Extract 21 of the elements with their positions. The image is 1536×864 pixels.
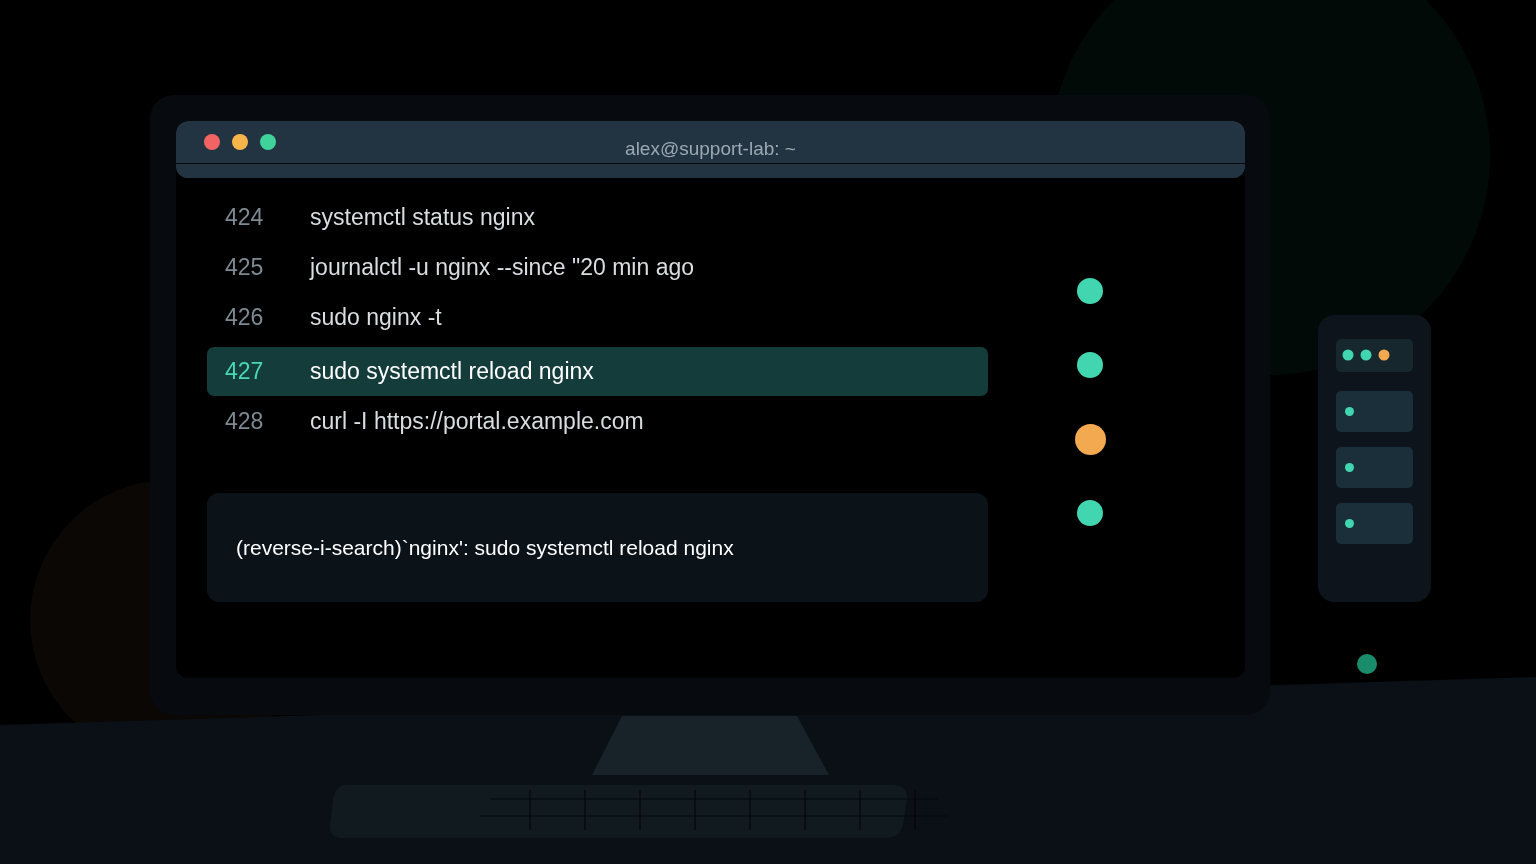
command-text: sudo nginx -t — [310, 304, 442, 331]
command-text: curl -I https://portal.example.com — [310, 408, 644, 435]
search-prompt[interactable]: (reverse-i-search)`nginx': sudo systemctl reload nginx — [207, 493, 988, 602]
command-text: sudo systemctl reload nginx — [310, 358, 594, 385]
line-number: 425 — [225, 254, 265, 281]
minimize-button[interactable] — [232, 133, 248, 150]
line-number: 427 — [225, 358, 265, 385]
history-row[interactable]: 428 curl -I https://portal.example.com — [207, 397, 988, 446]
history-row[interactable]: 426 sudo nginx -t — [207, 293, 988, 342]
command-text: journalctl -u nginx --since "20 min ago — [310, 254, 694, 281]
maximize-button[interactable] — [260, 133, 276, 150]
line-number: 426 — [225, 304, 265, 331]
history-row[interactable]: 425 journalctl -u nginx --since "20 min ago — [207, 243, 988, 292]
history-row[interactable]: 424 systemctl status nginx — [207, 193, 988, 242]
command-text: systemctl status nginx — [310, 204, 535, 231]
close-button[interactable] — [204, 133, 220, 150]
history-row[interactable]: 427 sudo systemctl reload nginx — [207, 347, 988, 396]
line-number: 424 — [225, 204, 265, 231]
power-light — [1357, 654, 1377, 674]
window-title: alex@support-lab: ~ — [625, 138, 796, 160]
line-number: 428 — [225, 408, 265, 435]
